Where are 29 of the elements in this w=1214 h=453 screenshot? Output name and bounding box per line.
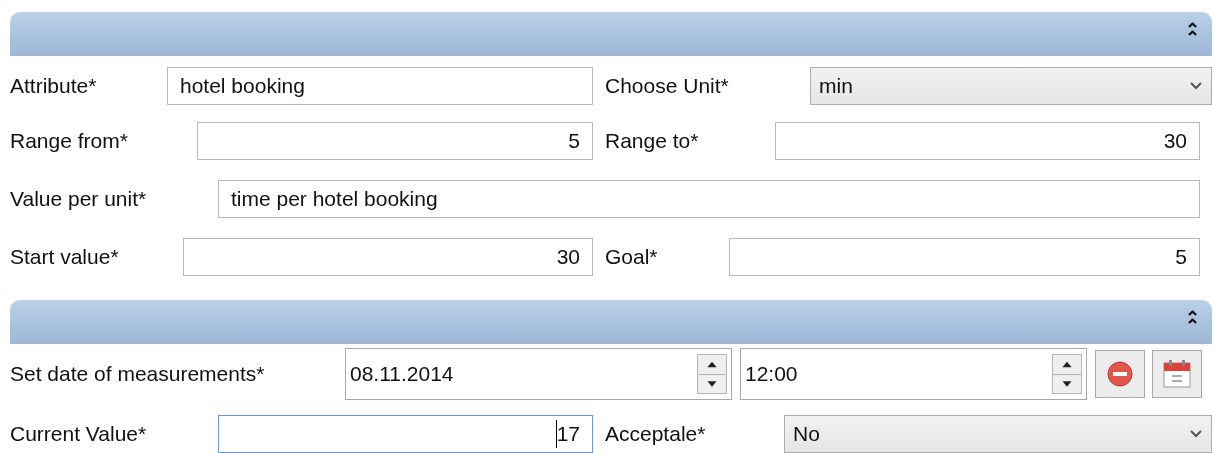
field-label: Acceptale* <box>605 421 707 448</box>
calendar-icon <box>1162 359 1192 389</box>
field-label: Current Value* <box>10 421 148 448</box>
input-field[interactable]: 30 <box>775 122 1200 160</box>
input-field[interactable]: 30 <box>183 238 593 276</box>
chevron-down-icon <box>1189 81 1203 91</box>
field-label: Choose Unit* <box>605 73 730 100</box>
field-label: Start value* <box>10 244 120 271</box>
input-field[interactable]: 5 <box>197 122 593 160</box>
input-field[interactable]: hotel booking <box>167 67 593 105</box>
chevron-down-icon <box>1189 429 1203 439</box>
spin-field[interactable]: 12:00 <box>740 348 1087 400</box>
field-label: Value per unit* <box>10 186 148 213</box>
spin-buttons[interactable] <box>697 354 727 394</box>
calendar-button[interactable] <box>1152 350 1202 398</box>
field-label: Range from* <box>10 128 129 155</box>
minus-circle-icon <box>1106 360 1134 388</box>
field-label: Attribute* <box>10 73 98 100</box>
field-label: Range to* <box>605 128 700 155</box>
dropdown[interactable]: No <box>784 415 1212 453</box>
field-label: Set date of measurements* <box>10 361 266 388</box>
input-field[interactable]: 5 <box>729 238 1200 276</box>
input-field[interactable]: time per hotel booking <box>218 180 1200 218</box>
spin-buttons[interactable] <box>1052 354 1082 394</box>
spin-field[interactable]: 08.11.2014 <box>345 348 732 400</box>
dropdown[interactable]: min <box>810 67 1212 105</box>
input-field[interactable]: 17 <box>218 415 593 453</box>
clear-button[interactable] <box>1095 350 1145 398</box>
field-label: Goal* <box>605 244 659 271</box>
